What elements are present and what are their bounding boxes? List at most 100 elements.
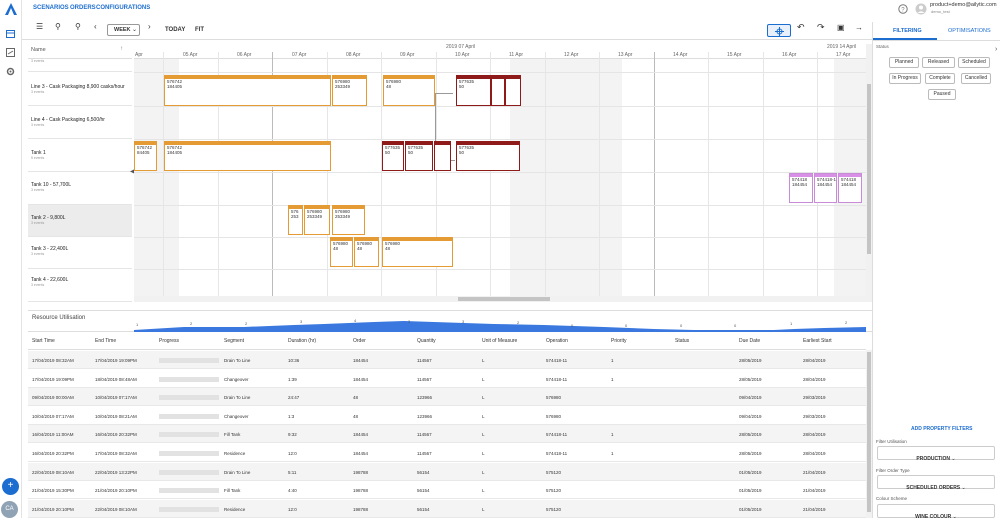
today-button[interactable]: TODAY	[165, 27, 185, 33]
table-cell: 21/04/2019	[803, 506, 826, 512]
column-header[interactable]: Start Time	[32, 338, 55, 344]
zoom-in-icon[interactable]: ⚲	[55, 22, 61, 31]
row-label[interactable]: Tank 10 - 57,700L 3 events	[28, 172, 132, 205]
column-header[interactable]: Progress	[159, 338, 179, 344]
table-row[interactable]: 21/04/2019 15:30PM 21/04/2019 20:10PM Fill…	[28, 481, 866, 500]
avatar[interactable]: CA	[1, 501, 18, 518]
crosshair-icon	[775, 27, 784, 36]
gantt-bar[interactable]	[505, 75, 521, 106]
status-chip-in-progress[interactable]: In Progress	[889, 73, 921, 84]
row-label[interactable]: Tank 2 - 9,800L 3 events	[28, 205, 132, 237]
week-select[interactable]: WEEK ⌄	[107, 24, 140, 36]
zoom-out-icon[interactable]: ⚲	[75, 22, 81, 31]
table-cell: 21/04/2019	[803, 488, 826, 494]
add-property-filters-button[interactable]: ADD PROPERTY FILTERS	[911, 426, 973, 432]
table-row[interactable]: 10/04/2019 07:17AM 10/04/2019 08:21AM Chan…	[28, 407, 866, 425]
column-header[interactable]: Status	[675, 338, 689, 344]
row-label[interactable]: Tank 4 - 22,600L 3 events	[28, 269, 132, 302]
chevron-right-icon[interactable]: ›	[995, 46, 997, 53]
next-icon[interactable]: ›	[148, 22, 151, 31]
gantt-bar[interactable]: 576980 253349	[332, 205, 365, 235]
column-header[interactable]: Quantity	[417, 338, 436, 344]
arrow-right-icon[interactable]: →	[855, 23, 863, 32]
tab-optimisations[interactable]: OPTIMISATIONS	[948, 28, 991, 34]
status-chip-cancelled[interactable]: Cancelled	[961, 73, 991, 84]
row-label[interactable]: Tank 3 - 22,400L 3 events	[28, 237, 132, 269]
gantt-bar[interactable]: 574418 184454	[838, 173, 862, 203]
redo-icon[interactable]: ↷	[817, 22, 825, 33]
gantt-bar[interactable]: 576 253	[288, 205, 303, 235]
status-chip-planned[interactable]: Planned	[889, 57, 919, 68]
gantt-bar[interactable]: 576742 184405	[164, 75, 331, 106]
status-chip-complete[interactable]: Complete	[925, 73, 955, 84]
chart-icon[interactable]	[6, 48, 15, 57]
status-chip-released[interactable]: Released	[922, 57, 955, 68]
table-cell: 1	[611, 432, 614, 438]
table-cell: 56154	[417, 488, 430, 494]
table-row[interactable]: 22/04/2019 08:10AM 22/04/2019 13:22PM Drai…	[28, 462, 866, 481]
calendar-icon[interactable]	[6, 30, 15, 38]
name-column-header[interactable]: Name ↑	[28, 44, 132, 59]
column-header[interactable]: Due Date	[739, 338, 760, 344]
column-header[interactable]: Segment	[224, 338, 244, 344]
gantt-bar[interactable]: 576980 48	[382, 237, 453, 267]
nav-scenarios[interactable]: SCENARIOS	[33, 5, 69, 11]
gantt-bar[interactable]	[434, 141, 451, 171]
gantt-bar[interactable]: 576742 84405	[134, 141, 157, 171]
status-chip-paused[interactable]: Paused	[928, 89, 956, 100]
column-header[interactable]: Duration (hr)	[288, 338, 316, 344]
gantt-bar[interactable]: 574418-1 184454	[814, 173, 837, 203]
user-icon[interactable]	[915, 3, 927, 15]
row-label[interactable]: Tank 15 events	[28, 139, 132, 172]
colour-scheme-select[interactable]: WINE COLOUR ⌄	[877, 504, 995, 520]
table-row[interactable]: 17/04/2019 19:09PM 18/04/2019 08:48AM Chan…	[28, 370, 866, 388]
gantt-bar[interactable]: 576980 253349	[332, 75, 367, 106]
row-label[interactable]: 3 events	[28, 59, 132, 72]
add-button[interactable]: +	[2, 478, 19, 495]
table-cell: 184454	[353, 376, 369, 382]
table-row[interactable]: 17/04/2019 08:32AM 17/04/2019 19:09PM Drai…	[28, 351, 866, 369]
gantt-bar[interactable]: 574418 184454	[789, 173, 813, 203]
column-header[interactable]: Unit of Measure	[482, 338, 517, 344]
nav-configurations[interactable]: CONFIGURATIONS	[96, 5, 150, 11]
tab-filtering[interactable]: FILTERING	[893, 28, 922, 34]
gantt-bar[interactable]: 577635 50	[456, 141, 520, 171]
export-icon[interactable]: ▣	[837, 23, 845, 32]
gantt-bar[interactable]: 577635 50	[382, 141, 404, 171]
gantt-bar[interactable]: 577635 50	[456, 75, 491, 106]
gantt-bar[interactable]: 577635 50	[405, 141, 433, 171]
gantt-bar[interactable]: 576980 48	[354, 237, 379, 267]
column-header[interactable]: Order	[353, 338, 366, 344]
filter-utilisation-select[interactable]: PRODUCTION ⌄	[877, 446, 995, 462]
column-header[interactable]: Operation	[546, 338, 568, 344]
column-header[interactable]: Earliest Start	[803, 338, 832, 344]
nav-orders[interactable]: ORDERS	[70, 5, 96, 11]
gear-icon[interactable]	[6, 67, 15, 76]
gantt-bar[interactable]: 576742 184405	[164, 141, 331, 171]
column-header[interactable]: End Time	[95, 338, 116, 344]
horizontal-scrollbar[interactable]	[134, 296, 866, 302]
menu-icon[interactable]: ☰	[36, 22, 43, 31]
row-label[interactable]: Line 3 - Cask Packaging 8,900 casks/hour…	[28, 72, 132, 106]
status-chip-scheduled[interactable]: Scheduled	[958, 57, 990, 68]
filter-order-type-select[interactable]: SCHEDULED ORDERS ⌄	[877, 475, 995, 491]
table-row[interactable]: 16/04/2019 11:00AM 16/04/2019 20:32PM Fill…	[28, 425, 866, 444]
gantt-bar[interactable]: 576980 48	[383, 75, 435, 106]
fit-button[interactable]: FIT	[195, 27, 204, 33]
table-row[interactable]: 09/04/2019 00:00AM 10/04/2019 07:17AM Drai…	[28, 388, 866, 407]
help-icon[interactable]: ?	[898, 4, 908, 14]
progress-bar	[159, 395, 219, 401]
row-label[interactable]: Line 4 - Cask Packaging 6,500/hr 3 events	[28, 106, 132, 139]
undo-icon[interactable]: ↶	[797, 22, 805, 33]
crosshair-button[interactable]	[767, 24, 791, 37]
gantt-bar[interactable]: 576980 253349	[304, 205, 330, 235]
prev-icon[interactable]: ‹	[94, 22, 97, 31]
utilisation-value: 2	[190, 321, 193, 326]
table-row[interactable]: 16/04/2019 20:32PM 17/04/2019 08:32AM Resi…	[28, 444, 866, 462]
table-row[interactable]: 21/04/2019 20:10PM 22/04/2019 08:10AM Resi…	[28, 499, 866, 518]
gantt-bar[interactable]: 576980 48	[330, 237, 353, 267]
gantt-bar[interactable]	[491, 75, 505, 106]
table-cell: 198788	[353, 488, 369, 494]
column-header[interactable]: Priority	[611, 338, 627, 344]
table-cell: 16/04/2019 20:32PM	[95, 432, 137, 438]
